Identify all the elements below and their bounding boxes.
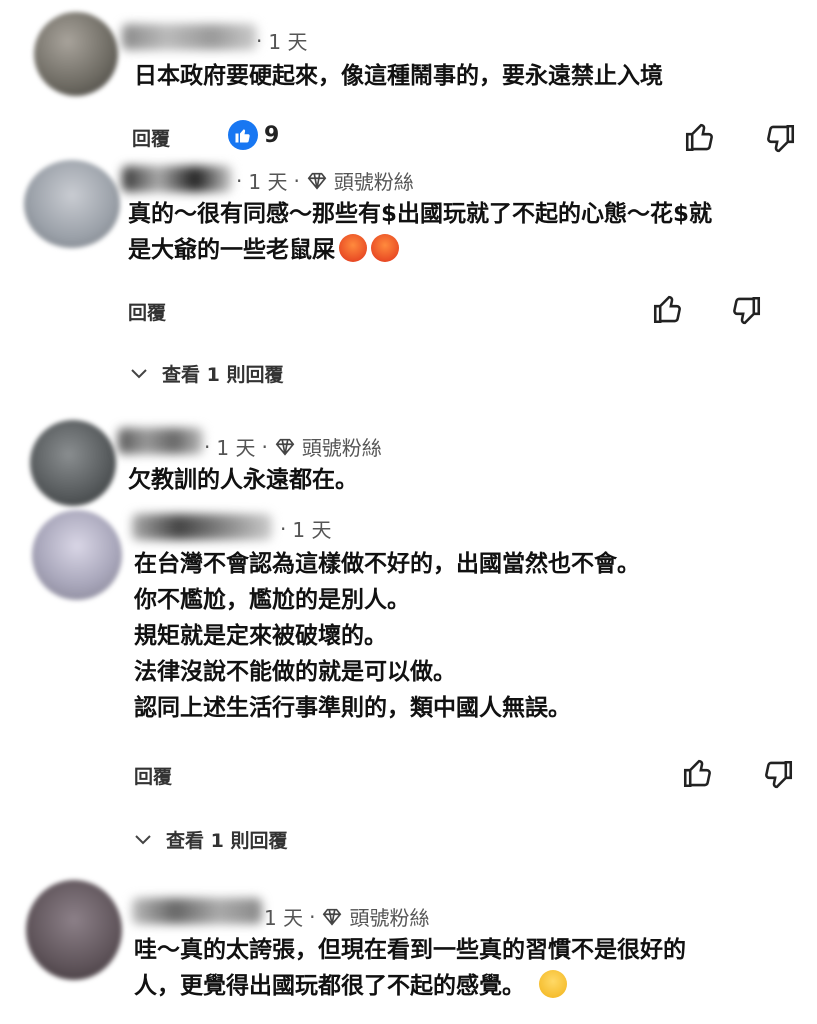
comment-line: 認同上述生活行事準則的，類中國人無誤。: [134, 695, 571, 721]
comment-line-with-emoji: 是大爺的一些老鼠屎: [128, 232, 712, 268]
timestamp: 1 天: [264, 906, 304, 930]
comment-line-with-emoji: 人，更覺得出國玩都很了不起的感覺。: [134, 968, 686, 1004]
comment-line: 法律沒說不能做的就是可以做。: [134, 659, 456, 685]
separator: ·: [261, 434, 268, 459]
thumbs-down-icon[interactable]: [729, 294, 763, 328]
avatar[interactable]: [32, 510, 122, 600]
view-replies-button[interactable]: 查看 1 則回覆: [134, 826, 287, 853]
comment-line: 欠教訓的人永遠都在。: [128, 467, 358, 493]
comment-meta: · 1 天 · 頭號粉絲: [204, 432, 382, 461]
comment-text: 真的～很有同感～那些有$出國玩就了不起的心態～花$就 是大爺的一些老鼠屎: [128, 196, 712, 268]
comment-line: 哇～真的太誇張，但現在看到一些真的習慣不是很好的: [134, 937, 686, 963]
avatar[interactable]: [26, 880, 122, 980]
diamond-icon: [275, 438, 295, 456]
username-blurred[interactable]: [118, 428, 203, 454]
top-fan-badge: 頭號粉絲: [333, 170, 414, 194]
like-count-badge[interactable]: 9: [228, 120, 279, 150]
timestamp: 1 天: [248, 170, 288, 194]
top-fan-badge: 頭號粉絲: [349, 906, 430, 930]
comment-line: 規矩就是定來被破壞的。: [134, 623, 387, 649]
timestamp: 1 天: [292, 518, 332, 542]
unamused-face-emoji: [539, 970, 567, 998]
view-replies-label: 查看 1 則回覆: [166, 830, 288, 852]
reply-button[interactable]: 回覆: [132, 124, 170, 151]
top-fan-badge: 頭號粉絲: [301, 436, 382, 460]
comment-line: 是大爺的一些老鼠屎: [128, 237, 335, 263]
thumbs-up-icon[interactable]: [683, 120, 717, 154]
comment-meta: · 1 天 · 頭號粉絲: [236, 166, 414, 195]
diamond-icon: [307, 172, 327, 190]
comment-line: 在台灣不會認為這樣做不好的，出國當然也不會。: [134, 551, 640, 577]
chevron-down-icon: [131, 368, 147, 378]
separator: ·: [293, 168, 300, 193]
view-replies-label: 查看 1 則回覆: [162, 364, 284, 386]
comment-line: 真的～很有同感～那些有$出國玩就了不起的心態～花$就: [128, 201, 713, 227]
chevron-down-icon: [135, 834, 151, 844]
diamond-icon: [323, 908, 342, 926]
comment-meta: · 1 天: [256, 26, 307, 55]
avatar[interactable]: [24, 160, 120, 248]
comment-text: 在台灣不會認為這樣做不好的，出國當然也不會。 你不尷尬，尷尬的是別人。 規矩就是…: [134, 546, 640, 726]
reply-button[interactable]: 回覆: [128, 298, 166, 325]
username-blurred[interactable]: [122, 166, 232, 192]
username-blurred[interactable]: [122, 24, 257, 50]
comment-line: 你不尷尬，尷尬的是別人。: [134, 587, 410, 613]
angry-face-emoji: [371, 234, 399, 262]
separator: ·: [309, 904, 316, 929]
comment-line: 日本政府要硬起來，像這種鬧事的，要永遠禁止入境: [134, 63, 663, 89]
comment-text: 日本政府要硬起來，像這種鬧事的，要永遠禁止入境: [134, 58, 663, 94]
username-blurred[interactable]: [132, 898, 262, 924]
like-count: 9: [264, 122, 280, 148]
comment-meta: · 1 天: [280, 514, 331, 543]
thumbs-up-icon[interactable]: [681, 756, 715, 790]
comment-line: 人，更覺得出國玩都很了不起的感覺。: [134, 973, 525, 999]
reply-button[interactable]: 回覆: [134, 762, 172, 789]
username-blurred[interactable]: [132, 514, 272, 540]
thumbs-down-icon[interactable]: [761, 758, 795, 792]
comment-text: 欠教訓的人永遠都在。: [128, 462, 358, 498]
avatar[interactable]: [34, 12, 118, 96]
timestamp: 1 天: [268, 30, 308, 54]
view-replies-button[interactable]: 查看 1 則回覆: [130, 360, 283, 387]
timestamp: 1 天: [216, 436, 256, 460]
angry-face-emoji: [339, 234, 367, 262]
comment-text: 哇～真的太誇張，但現在看到一些真的習慣不是很好的 人，更覺得出國玩都很了不起的感…: [134, 932, 686, 1004]
comment-meta: 1 天 · 頭號粉絲: [264, 902, 429, 931]
thumbs-up-icon[interactable]: [651, 292, 685, 326]
thumbs-down-icon[interactable]: [763, 122, 797, 156]
like-icon: [228, 120, 258, 150]
avatar[interactable]: [30, 420, 116, 506]
